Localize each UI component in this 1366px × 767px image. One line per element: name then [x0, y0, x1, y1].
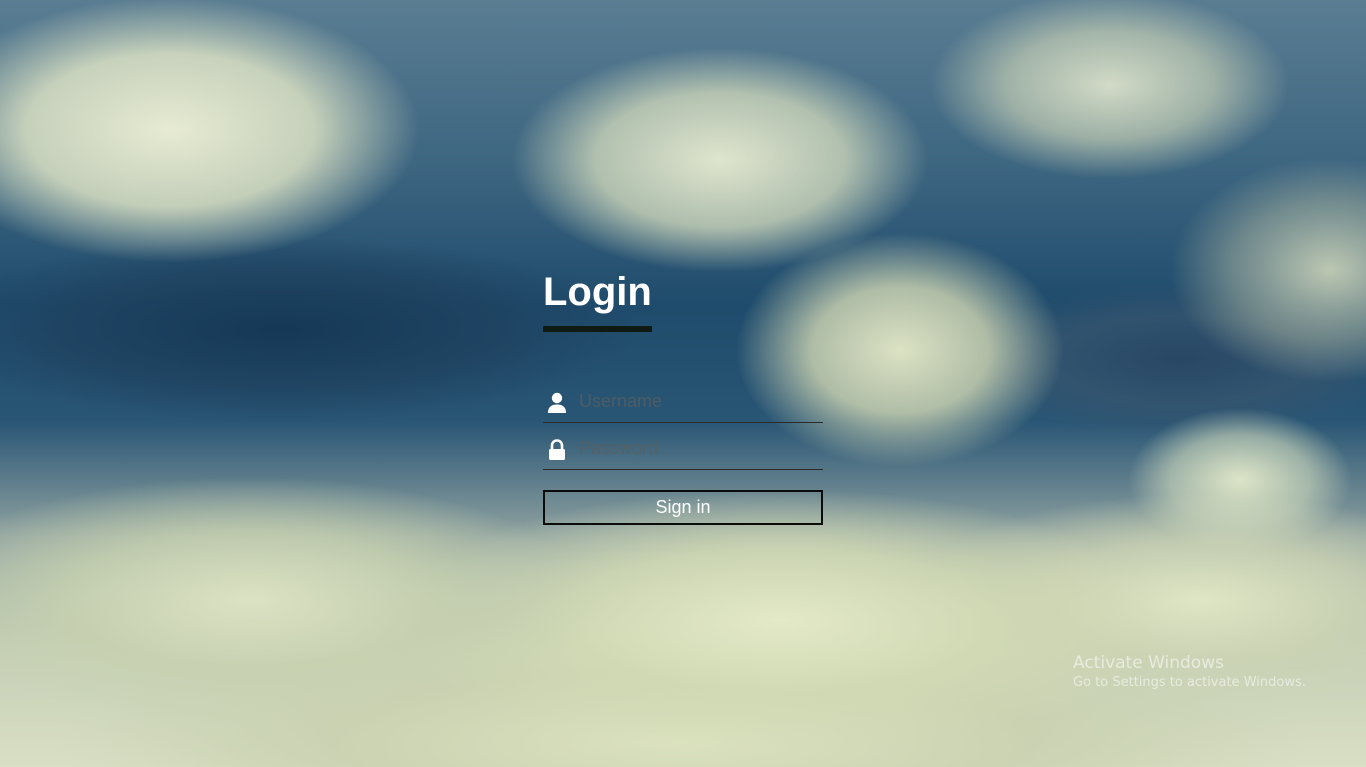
title-underline — [543, 326, 652, 332]
lock-icon — [545, 437, 569, 463]
activate-windows-watermark: Activate Windows Go to Settings to activ… — [1073, 652, 1306, 692]
username-input[interactable] — [569, 386, 823, 418]
login-title: Login — [543, 270, 652, 314]
watermark-title: Activate Windows — [1073, 653, 1224, 673]
login-panel: Login Sign in — [543, 268, 823, 525]
password-field — [543, 423, 823, 470]
password-input[interactable] — [569, 433, 823, 465]
user-icon — [545, 390, 569, 416]
watermark-subtitle: Go to Settings to activate Windows. — [1073, 675, 1306, 690]
sign-in-button[interactable]: Sign in — [543, 490, 823, 525]
username-field — [543, 382, 823, 423]
